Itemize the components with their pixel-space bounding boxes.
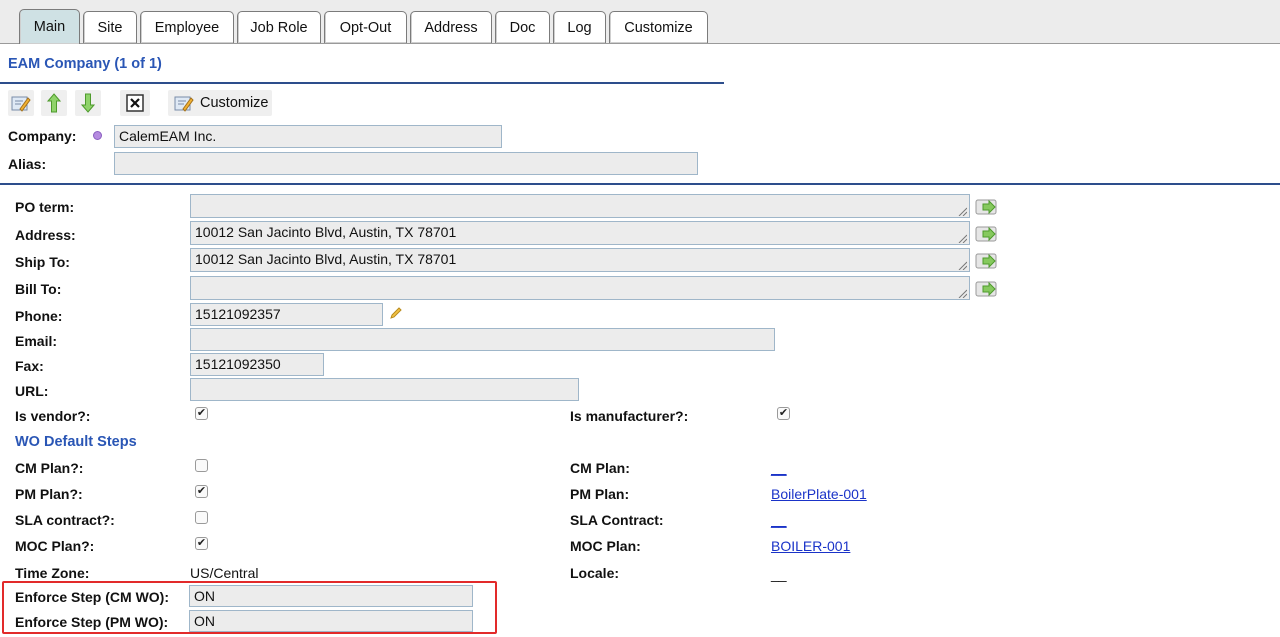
po-term-label: PO term: xyxy=(15,199,75,215)
moc-plan-label: MOC Plan: xyxy=(570,538,641,554)
is-manufacturer-checkbox[interactable]: ✔ xyxy=(777,407,790,420)
move-up-button[interactable] xyxy=(41,90,67,116)
tab-doc[interactable]: Doc xyxy=(495,11,550,43)
pm-plan-label: PM Plan: xyxy=(570,486,630,502)
cm-plan-link[interactable]: __ xyxy=(771,460,787,476)
tab-label: Log xyxy=(567,19,592,36)
lookup-arrow-icon[interactable] xyxy=(975,225,999,243)
resize-grip-icon[interactable] xyxy=(958,261,967,270)
company-field[interactable]: CalemEAM Inc. xyxy=(114,125,502,148)
cm-plan-label: CM Plan: xyxy=(570,460,630,476)
url-field[interactable] xyxy=(190,378,579,401)
ship-to-field[interactable]: 10012 San Jacinto Blvd, Austin, TX 78701 xyxy=(190,248,970,272)
alias-label: Alias: xyxy=(8,156,47,172)
pm-plan-flag-label: PM Plan?: xyxy=(15,486,83,502)
tab-main[interactable]: Main xyxy=(19,9,80,44)
move-down-icon xyxy=(81,93,95,113)
customize-icon xyxy=(174,96,194,112)
sla-contract-label: SLA Contract: xyxy=(570,512,664,528)
close-button[interactable] xyxy=(120,90,150,116)
sla-contract-link[interactable]: __ xyxy=(771,512,787,528)
fax-field[interactable]: 15121092350 xyxy=(190,353,324,376)
phone-label: Phone: xyxy=(15,308,63,324)
locale-label: Locale: xyxy=(570,565,620,581)
time-zone-value: US/Central xyxy=(190,565,259,581)
tab-employee[interactable]: Employee xyxy=(140,11,234,43)
tab-label: Job Role xyxy=(250,19,308,36)
phone-field[interactable]: 15121092357 xyxy=(190,303,383,326)
po-term-field[interactable] xyxy=(190,194,970,218)
locale-value: __ xyxy=(771,566,787,582)
wo-default-steps-heading: WO Default Steps xyxy=(15,434,137,450)
ship-to-label: Ship To: xyxy=(15,254,70,270)
moc-plan-flag-label: MOC Plan?: xyxy=(15,538,95,554)
email-field[interactable] xyxy=(190,328,775,351)
edit-icon xyxy=(11,96,31,112)
ship-to-value: 10012 San Jacinto Blvd, Austin, TX 78701 xyxy=(195,251,457,267)
lookup-arrow-icon[interactable] xyxy=(975,280,999,298)
sla-contract-checkbox[interactable] xyxy=(195,511,208,524)
is-manufacturer-label: Is manufacturer?: xyxy=(570,408,689,424)
tab-label: Address xyxy=(424,19,478,36)
tab-job-role[interactable]: Job Role xyxy=(237,11,321,43)
cm-plan-flag-label: CM Plan?: xyxy=(15,460,84,476)
tab-label: Main xyxy=(33,19,66,35)
lookup-arrow-icon[interactable] xyxy=(975,198,999,216)
tab-label: Customize xyxy=(624,19,693,36)
bill-to-field[interactable] xyxy=(190,276,970,300)
move-up-icon xyxy=(47,93,61,113)
moc-plan-link[interactable]: BOILER-001 xyxy=(771,538,850,554)
tab-site[interactable]: Site xyxy=(83,11,137,43)
edit-button[interactable] xyxy=(8,90,34,116)
tab-label: Employee xyxy=(154,19,220,36)
tab-label: Doc xyxy=(509,19,536,36)
is-vendor-checkbox[interactable]: ✔ xyxy=(195,407,208,420)
close-icon xyxy=(126,94,144,112)
bill-to-label: Bill To: xyxy=(15,281,62,297)
tab-opt-out[interactable]: Opt-Out xyxy=(324,11,407,43)
alias-field[interactable] xyxy=(114,152,698,175)
resize-grip-icon[interactable] xyxy=(958,207,967,216)
tab-label: Site xyxy=(97,19,123,36)
customize-label: Customize xyxy=(200,95,269,111)
address-label: Address: xyxy=(15,227,76,243)
email-label: Email: xyxy=(15,333,58,349)
fax-label: Fax: xyxy=(15,358,44,374)
required-dot-icon xyxy=(93,131,102,140)
address-value: 10012 San Jacinto Blvd, Austin, TX 78701 xyxy=(195,224,457,240)
lookup-arrow-icon[interactable] xyxy=(975,252,999,270)
section-divider xyxy=(0,183,1280,185)
tab-label: Opt-Out xyxy=(339,19,392,36)
move-down-button[interactable] xyxy=(75,90,101,116)
title-underline xyxy=(0,82,724,84)
company-label: Company: xyxy=(8,128,77,144)
page-title: EAM Company (1 of 1) xyxy=(8,56,162,72)
resize-grip-icon[interactable] xyxy=(958,234,967,243)
pm-plan-checkbox[interactable]: ✔ xyxy=(195,485,208,498)
time-zone-label: Time Zone: xyxy=(15,565,90,581)
url-label: URL: xyxy=(15,383,49,399)
address-field[interactable]: 10012 San Jacinto Blvd, Austin, TX 78701 xyxy=(190,221,970,245)
tab-customize[interactable]: Customize xyxy=(609,11,708,43)
pencil-icon[interactable] xyxy=(389,306,403,320)
tab-bar-baseline xyxy=(0,43,1280,44)
pm-plan-link[interactable]: BoilerPlate-001 xyxy=(771,486,867,502)
customize-button[interactable]: Customize xyxy=(168,90,272,116)
cm-plan-checkbox[interactable] xyxy=(195,459,208,472)
tab-address[interactable]: Address xyxy=(410,11,492,43)
sla-contract-flag-label: SLA contract?: xyxy=(15,512,115,528)
is-vendor-label: Is vendor?: xyxy=(15,408,91,424)
moc-plan-checkbox[interactable]: ✔ xyxy=(195,537,208,550)
resize-grip-icon[interactable] xyxy=(958,289,967,298)
tab-log[interactable]: Log xyxy=(553,11,606,43)
highlight-box xyxy=(2,581,497,634)
